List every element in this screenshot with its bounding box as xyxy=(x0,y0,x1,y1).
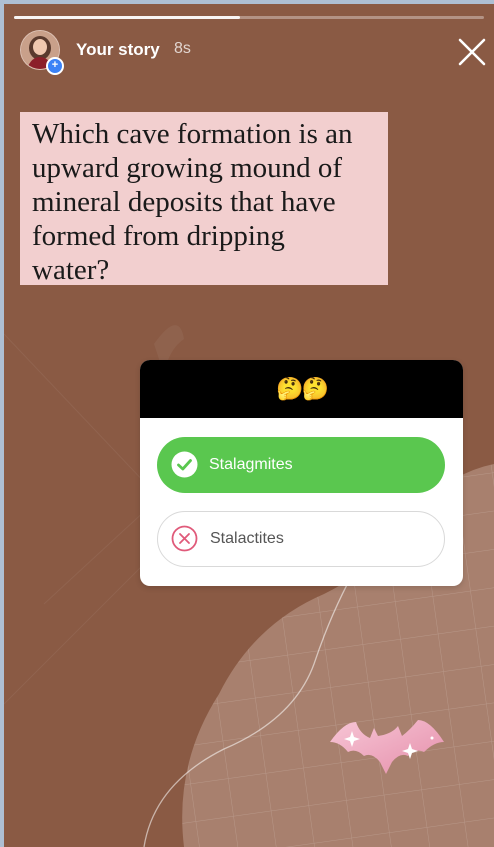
question-box: Which cave formation is an upward growin… xyxy=(20,112,388,287)
story-progress-bar xyxy=(14,16,484,19)
close-button[interactable] xyxy=(454,34,490,70)
quiz-option-label: Stalagmites xyxy=(209,456,293,473)
question-text: Which cave formation is an upward growin… xyxy=(32,117,376,287)
story-title[interactable]: Your story xyxy=(76,40,160,60)
add-story-plus-icon[interactable]: + xyxy=(46,57,64,75)
question-line: formed from dripping xyxy=(32,220,285,252)
question-line: upward growing mound of xyxy=(32,152,343,184)
question-line: Which cave formation is an xyxy=(32,118,353,150)
check-circle-icon xyxy=(171,451,198,478)
story-timestamp: 8s xyxy=(174,40,191,57)
quiz-option-label: Stalactites xyxy=(210,530,284,547)
story-progress-fill xyxy=(14,16,240,19)
question-line: mineral deposits that have xyxy=(32,186,336,218)
close-icon[interactable] xyxy=(454,34,490,70)
quiz-header-emoji: 🤔🤔 xyxy=(140,360,463,418)
question-line: water? xyxy=(32,254,110,286)
story-frame: + Your story 8s Which cave formation is … xyxy=(4,4,494,847)
quiz-option-stalagmites[interactable]: Stalagmites xyxy=(157,437,445,493)
quiz-option-stalactites[interactable]: Stalactites xyxy=(157,511,445,567)
x-circle-icon xyxy=(171,525,198,552)
quiz-sticker: 🤔🤔 Stalagmites Stalactites xyxy=(140,360,463,586)
